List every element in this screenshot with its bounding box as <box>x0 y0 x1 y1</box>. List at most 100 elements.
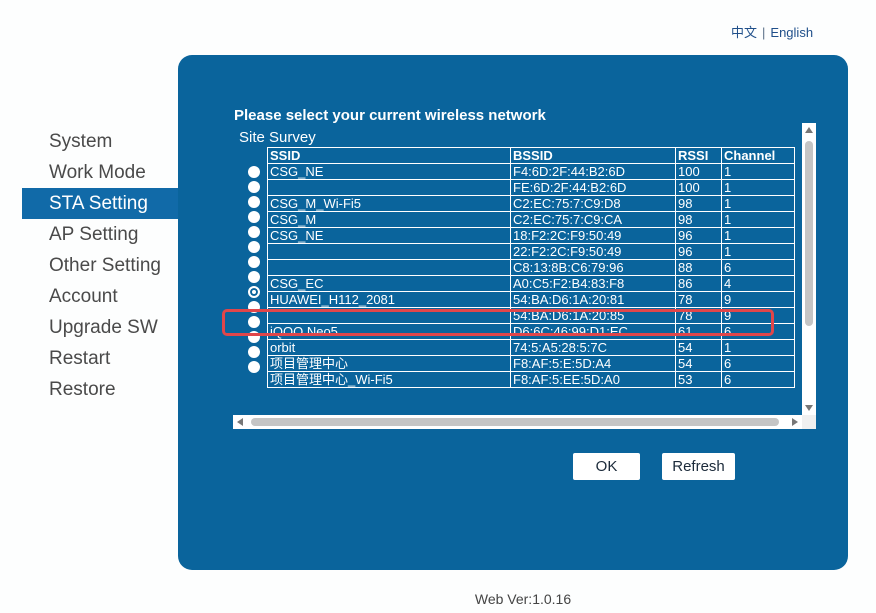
network-radio[interactable] <box>248 316 260 328</box>
cell-channel: 6 <box>721 323 795 340</box>
cell-ssid <box>267 259 511 276</box>
site-survey-table: SSID BSSID RSSI Channel CSG_NE F4:6D:2F:4… <box>267 147 795 388</box>
cell-ssid: iQOO Neo5 <box>267 323 511 340</box>
sidebar-item-restart[interactable]: Restart <box>22 343 178 374</box>
cell-rssi: 100 <box>675 179 722 196</box>
table-row[interactable]: C8:13:8B:C6:79:96 88 6 <box>267 259 795 276</box>
cell-ssid: CSG_EC <box>267 275 511 292</box>
vertical-scroll-thumb[interactable] <box>805 141 813 326</box>
cell-channel: 9 <box>721 291 795 308</box>
cell-rssi: 53 <box>675 371 722 388</box>
table-header-row: SSID BSSID RSSI Channel <box>267 147 795 164</box>
site-survey-title: Site Survey <box>239 129 316 146</box>
table-row[interactable]: CSG_NE F4:6D:2F:44:B2:6D 100 1 <box>267 163 795 180</box>
table-row[interactable]: CSG_NE 18:F2:2C:F9:50:49 96 1 <box>267 227 795 244</box>
cell-rssi: 96 <box>675 243 722 260</box>
sidebar-item-system[interactable]: System <box>22 126 178 157</box>
cell-bssid: 54:BA:D6:1A:20:81 <box>510 291 676 308</box>
cell-bssid: 54:BA:D6:1A:20:85 <box>510 307 676 324</box>
vertical-scrollbar[interactable] <box>802 123 816 415</box>
cell-bssid: FE:6D:2F:44:B2:6D <box>510 179 676 196</box>
cell-channel: 6 <box>721 371 795 388</box>
table-row[interactable]: 22:F2:2C:F9:50:49 96 1 <box>267 243 795 260</box>
cell-bssid: 22:F2:2C:F9:50:49 <box>510 243 676 260</box>
sidebar-item-work-mode[interactable]: Work Mode <box>22 157 178 188</box>
cell-rssi: 96 <box>675 227 722 244</box>
network-radio[interactable] <box>248 286 260 298</box>
site-survey-frame[interactable]: Site Survey SSID BSSID RSSI Channel CSG_… <box>233 123 816 433</box>
sidebar-item-other-setting[interactable]: Other Setting <box>22 250 178 281</box>
network-radio[interactable] <box>248 241 260 253</box>
table-row[interactable]: 项目管理中心 F8:AF:5:E:5D:A4 54 6 <box>267 355 795 372</box>
cell-ssid: HUAWEI_H112_2081 <box>267 291 511 308</box>
lang-english-link[interactable]: English <box>770 25 813 40</box>
cell-bssid: 74:5:A5:28:5:7C <box>510 339 676 356</box>
cell-rssi: 54 <box>675 355 722 372</box>
cell-ssid: CSG_NE <box>267 163 511 180</box>
cell-rssi: 61 <box>675 323 722 340</box>
sidebar-item-ap-setting[interactable]: AP Setting <box>22 219 178 250</box>
table-row[interactable]: HUAWEI_H112_2081 54:BA:D6:1A:20:81 78 9 <box>267 291 795 308</box>
cell-channel: 1 <box>721 227 795 244</box>
table-row[interactable]: 项目管理中心_Wi-Fi5 F8:AF:5:EE:5D:A0 53 6 <box>267 371 795 388</box>
web-version: Web Ver:1.0.16 <box>474 591 572 607</box>
network-radio[interactable] <box>248 346 260 358</box>
cell-rssi: 88 <box>675 259 722 276</box>
refresh-button[interactable]: Refresh <box>662 453 735 480</box>
network-radio[interactable] <box>248 256 260 268</box>
cell-rssi: 98 <box>675 211 722 228</box>
network-radio[interactable] <box>248 166 260 178</box>
scroll-down-arrow-icon[interactable] <box>805 405 813 411</box>
table-row[interactable]: 54:BA:D6:1A:20:85 78 9 <box>267 307 795 324</box>
network-radio[interactable] <box>248 271 260 283</box>
cell-channel: 1 <box>721 195 795 212</box>
sidebar: System Work Mode STA Setting AP Setting … <box>22 126 178 405</box>
cell-bssid: C8:13:8B:C6:79:96 <box>510 259 676 276</box>
cell-ssid: 项目管理中心 <box>267 355 511 372</box>
network-radio[interactable] <box>248 196 260 208</box>
network-radio[interactable] <box>248 181 260 193</box>
cell-ssid: CSG_M <box>267 211 511 228</box>
network-radio[interactable] <box>248 211 260 223</box>
table-row[interactable]: CSG_EC A0:C5:F2:B4:83:F8 86 4 <box>267 275 795 292</box>
sidebar-item-sta-setting[interactable]: STA Setting <box>22 188 178 219</box>
table-row[interactable]: FE:6D:2F:44:B2:6D 100 1 <box>267 179 795 196</box>
ok-button[interactable]: OK <box>573 453 640 480</box>
table-row[interactable]: orbit 74:5:A5:28:5:7C 54 1 <box>267 339 795 356</box>
cell-bssid: F8:AF:5:E:5D:A4 <box>510 355 676 372</box>
cell-bssid: C2:EC:75:7:C9:D8 <box>510 195 676 212</box>
column-header-bssid: BSSID <box>510 147 676 164</box>
sidebar-item-upgrade-sw[interactable]: Upgrade SW <box>22 312 178 343</box>
table-row[interactable]: CSG_M_Wi-Fi5 C2:EC:75:7:C9:D8 98 1 <box>267 195 795 212</box>
scroll-right-arrow-icon[interactable] <box>792 418 798 426</box>
horizontal-scroll-thumb[interactable] <box>251 418 779 426</box>
cell-bssid: F8:AF:5:EE:5D:A0 <box>510 371 676 388</box>
table-row[interactable]: iQOO Neo5 D6:6C:46:99:D1:EC 61 6 <box>267 323 795 340</box>
table-row[interactable]: CSG_M C2:EC:75:7:C9:CA 98 1 <box>267 211 795 228</box>
cell-rssi: 98 <box>675 195 722 212</box>
sidebar-item-restore[interactable]: Restore <box>22 374 178 405</box>
scroll-left-arrow-icon[interactable] <box>237 418 243 426</box>
cell-channel: 6 <box>721 355 795 372</box>
lang-separator: | <box>762 25 766 40</box>
scroll-up-arrow-icon[interactable] <box>805 127 813 133</box>
cell-ssid: 项目管理中心_Wi-Fi5 <box>267 371 511 388</box>
network-radio[interactable] <box>248 301 260 313</box>
sidebar-item-account[interactable]: Account <box>22 281 178 312</box>
cell-rssi: 54 <box>675 339 722 356</box>
network-radio[interactable] <box>248 331 260 343</box>
cell-channel: 4 <box>721 275 795 292</box>
cell-bssid: F4:6D:2F:44:B2:6D <box>510 163 676 180</box>
lang-chinese-link[interactable]: 中文 <box>731 25 757 40</box>
language-switch: 中文 | English <box>731 22 813 41</box>
cell-channel: 6 <box>721 259 795 276</box>
cell-ssid <box>267 179 511 196</box>
network-radio[interactable] <box>248 226 260 238</box>
network-radio[interactable] <box>248 361 260 373</box>
cell-channel: 1 <box>721 339 795 356</box>
horizontal-scrollbar[interactable] <box>233 415 802 429</box>
cell-ssid: CSG_M_Wi-Fi5 <box>267 195 511 212</box>
cell-rssi: 100 <box>675 163 722 180</box>
cell-bssid: C2:EC:75:7:C9:CA <box>510 211 676 228</box>
cell-bssid: 18:F2:2C:F9:50:49 <box>510 227 676 244</box>
